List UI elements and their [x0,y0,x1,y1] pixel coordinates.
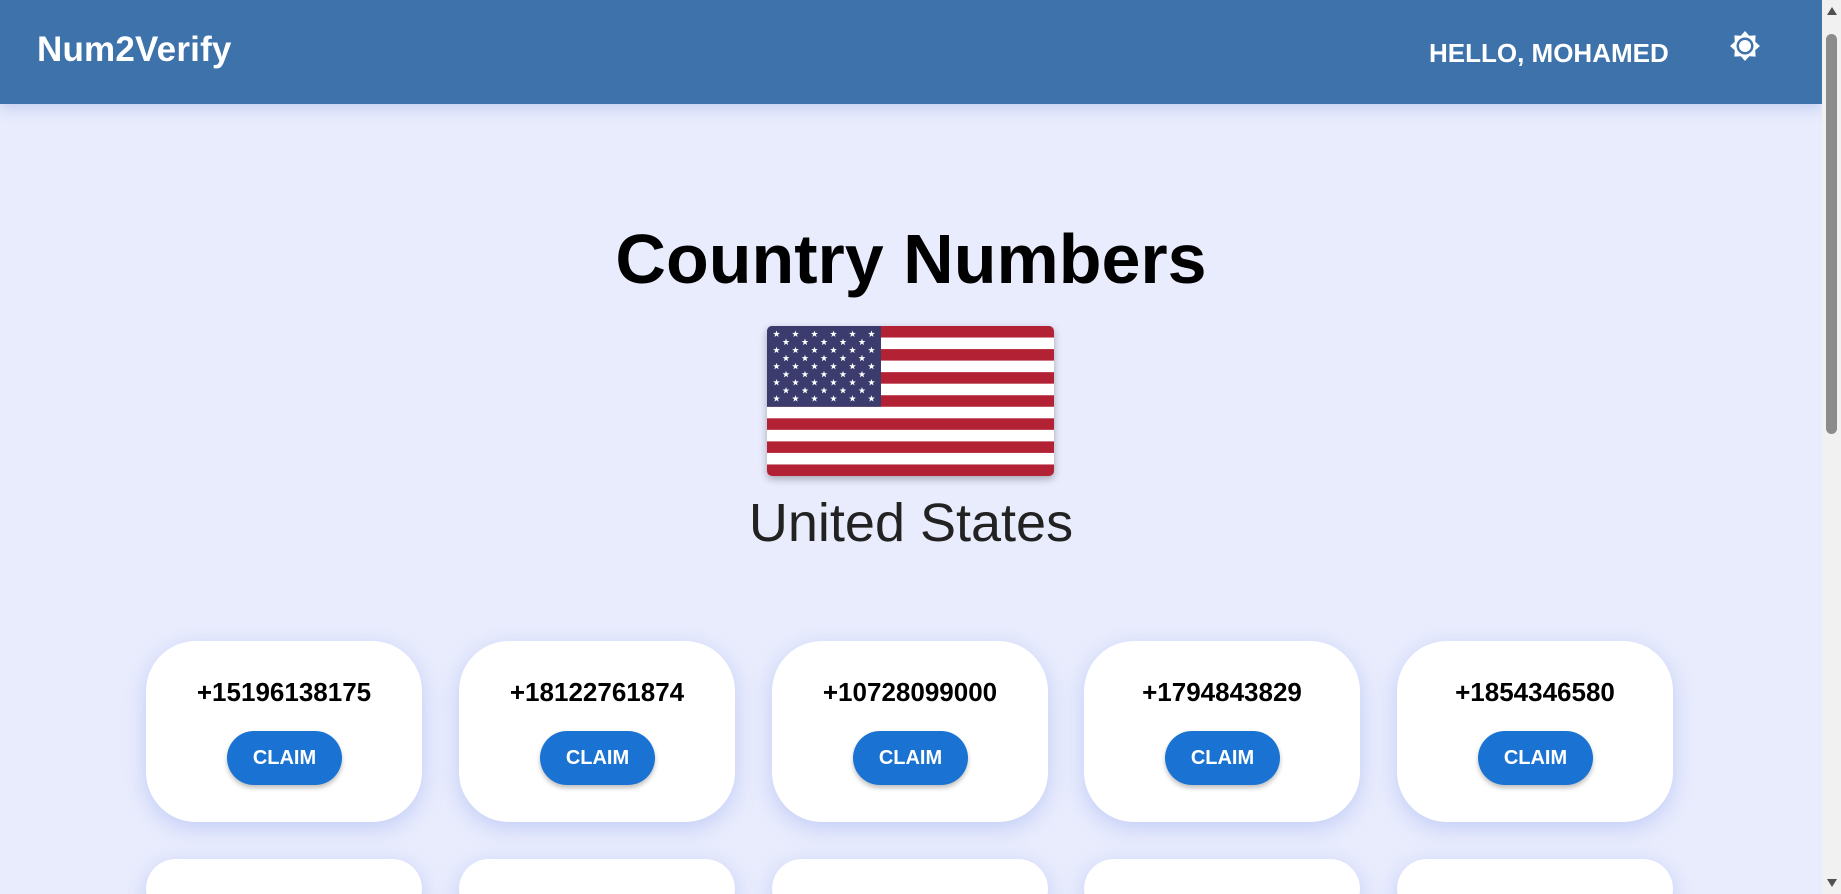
claim-button[interactable]: CLAIM [227,731,342,785]
number-card [146,859,422,894]
number-card: +1794843829 CLAIM [1084,641,1360,822]
claim-button[interactable]: CLAIM [1478,731,1593,785]
scroll-up-arrow-icon[interactable] [1822,2,1841,20]
brand-logo-text[interactable]: Num2Verify [37,30,232,70]
country-flag [767,326,1054,476]
user-greeting[interactable]: HELLO, MOHAMED [1429,38,1669,69]
vertical-scrollbar[interactable] [1822,0,1841,894]
phone-number: +18122761874 [509,677,685,707]
us-flag-icon [767,326,1054,476]
number-card [1084,859,1360,894]
theme-toggle-button[interactable] [1727,28,1763,64]
phone-number: +15196138175 [196,677,372,707]
number-card: +18122761874 CLAIM [459,641,735,822]
phone-number: +1854346580 [1455,677,1615,707]
number-card [1397,859,1673,894]
claim-button[interactable]: CLAIM [540,731,655,785]
page-title: Country Numbers [615,220,1207,298]
scrollbar-thumb[interactable] [1826,34,1837,434]
brightness-icon [1730,31,1760,61]
country-name: United States [748,493,1074,553]
number-card: +15196138175 CLAIM [146,641,422,822]
number-card: +1854346580 CLAIM [1397,641,1673,822]
page: Num2Verify HELLO, MOHAMED Country Number… [0,0,1822,894]
claim-button[interactable]: CLAIM [1165,731,1280,785]
phone-number: +1794843829 [1142,677,1302,707]
claim-button[interactable]: CLAIM [853,731,968,785]
number-card: +10728099000 CLAIM [772,641,1048,822]
app-bar: Num2Verify HELLO, MOHAMED [0,0,1822,104]
number-card [772,859,1048,894]
phone-number: +10728099000 [822,677,998,707]
number-card [459,859,735,894]
scroll-down-arrow-icon[interactable] [1822,874,1841,892]
